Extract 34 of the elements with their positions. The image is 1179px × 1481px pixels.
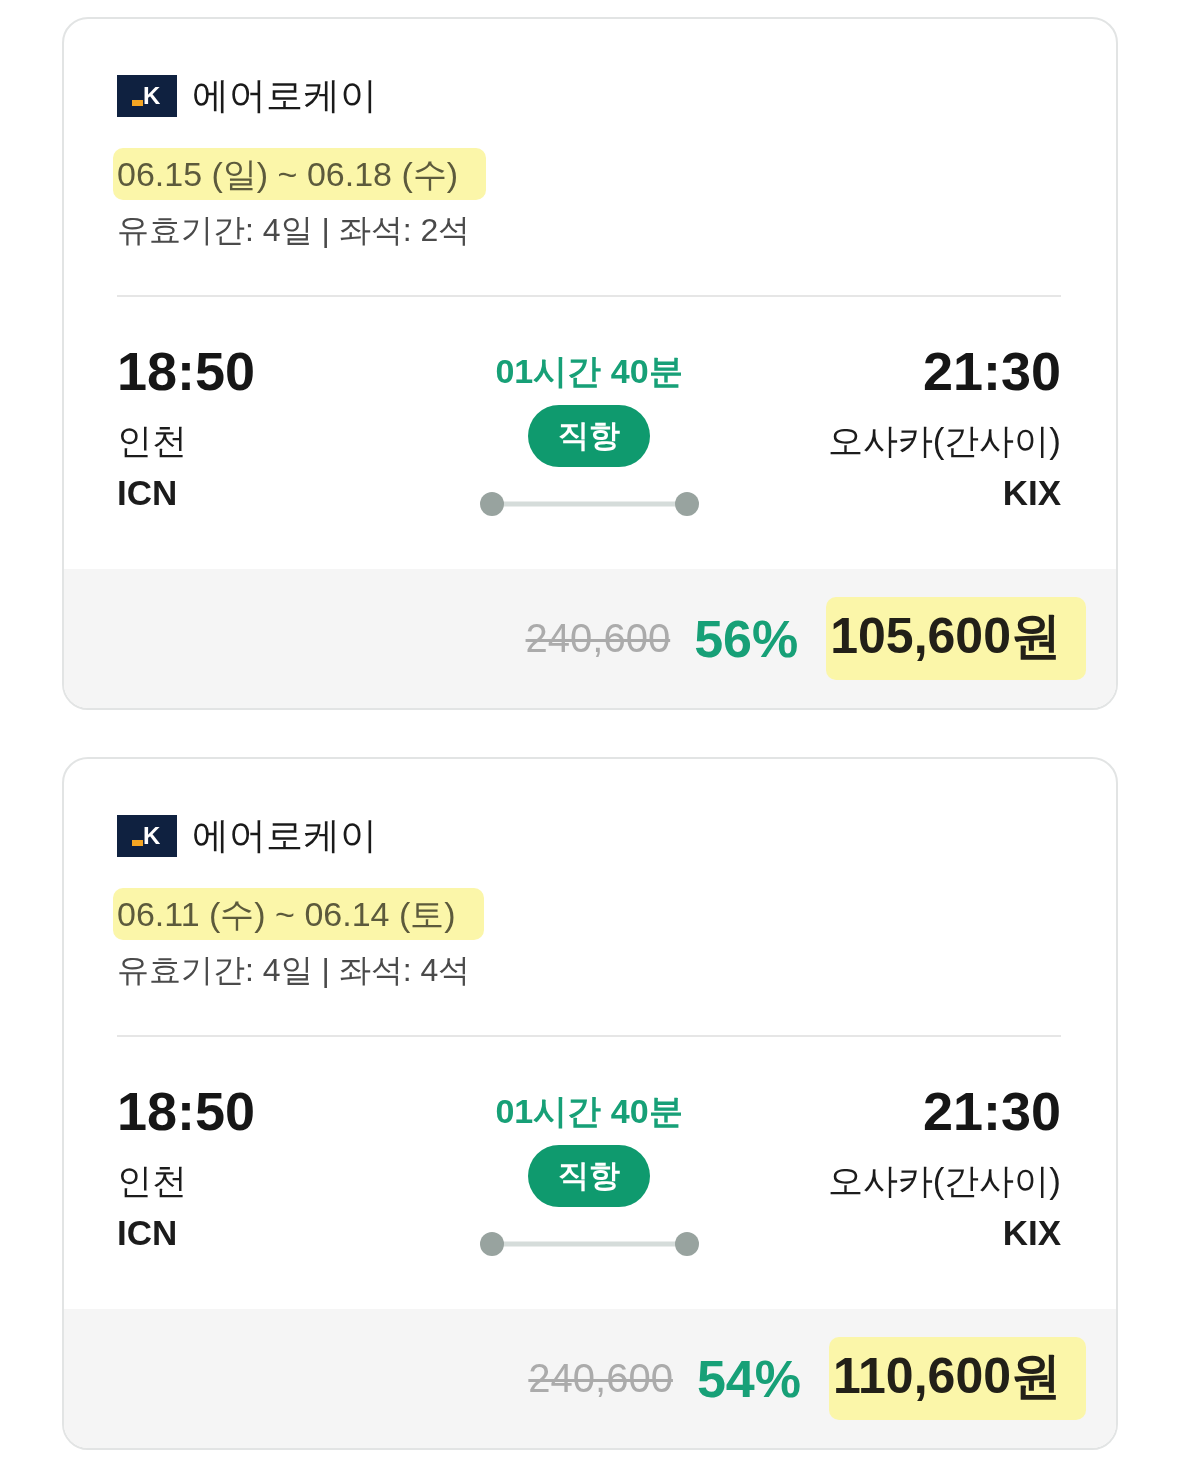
discount-rate: 54%	[696, 1348, 801, 1409]
original-price: 240,600	[525, 616, 671, 661]
departure-time: 18:50	[117, 341, 256, 401]
arrival-time: 21:30	[922, 1081, 1061, 1141]
airline-name: 에어로케이	[192, 74, 377, 118]
airline-logo: K	[117, 815, 177, 857]
departure-code: ICN	[117, 1212, 178, 1254]
departure-city: 인천	[117, 420, 187, 462]
airline-logo: K	[117, 75, 177, 117]
arrival-code: KIX	[1002, 1212, 1061, 1254]
nonstop-badge: 직항	[528, 405, 650, 467]
flight-duration: 01시간 40분	[495, 351, 683, 392]
route-line-icon	[479, 491, 699, 517]
sale-price: 110,600원	[829, 1337, 1086, 1420]
route-line-icon	[479, 1231, 699, 1257]
original-price: 240,600	[528, 1356, 673, 1401]
arrival-city: 오사카(간사이)	[827, 1160, 1061, 1202]
arrival-code: KIX	[1002, 472, 1061, 514]
departure-time: 18:50	[117, 1081, 256, 1141]
flight-card[interactable]: K 에어로케이 06.11 (수) ~ 06.14 (토) 유효기간: 4일 | 좌석: 4석 18:50 인천 ICN 01시간 40분 직항 21:30 오사카(간사이) KIX 240,600 54% 110,600원	[62, 757, 1118, 1450]
arrival-time: 21:30	[922, 341, 1061, 401]
date-range: 06.11 (수) ~ 06.14 (토)	[113, 888, 484, 940]
flight-card[interactable]: K 에어로케이 06.15 (일) ~ 06.18 (수) 유효기간: 4일 | 좌석: 2석 18:50 인천 ICN 01시간 40분 직항 21:30 오사카(간사이) KIX 240,600 56% 105,600원	[62, 17, 1118, 710]
flight-duration: 01시간 40분	[495, 1091, 683, 1132]
airline-name: 에어로케이	[192, 814, 377, 858]
arrival-city: 오사카(간사이)	[827, 420, 1061, 462]
date-range: 06.15 (일) ~ 06.18 (수)	[113, 148, 487, 200]
departure-city: 인천	[117, 1160, 187, 1202]
discount-rate: 56%	[694, 608, 799, 669]
validity-seats-text: 유효기간: 4일 | 좌석: 2석	[117, 211, 472, 250]
sale-price: 105,600원	[826, 597, 1086, 680]
validity-seats-text: 유효기간: 4일 | 좌석: 4석	[117, 951, 472, 990]
departure-code: ICN	[117, 472, 178, 514]
nonstop-badge: 직항	[528, 1145, 650, 1207]
